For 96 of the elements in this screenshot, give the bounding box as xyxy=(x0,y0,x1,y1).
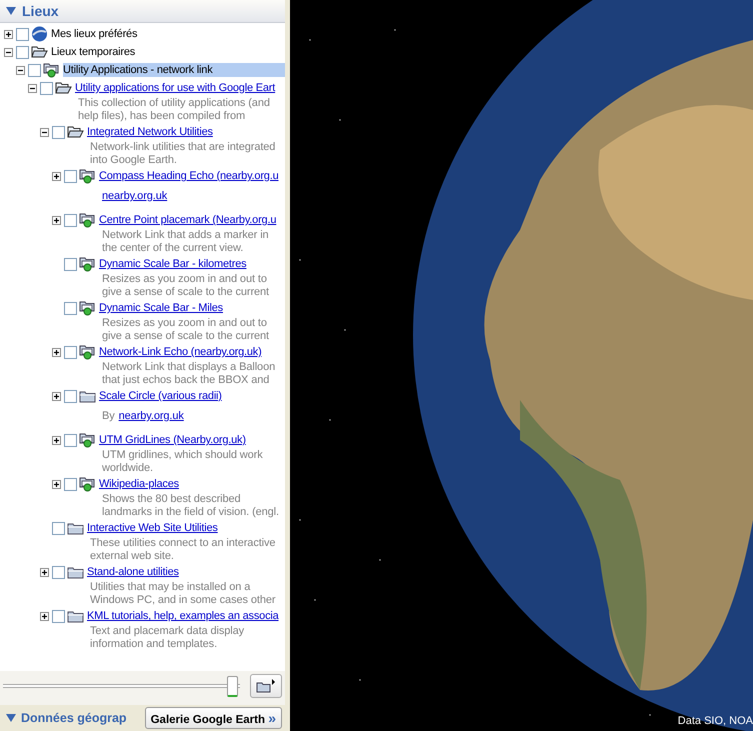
item-description: Text and placemark data display xyxy=(90,625,246,638)
checkbox[interactable] xyxy=(64,170,77,182)
item-description: the center of the current view. xyxy=(102,242,244,255)
item-description: Network Link that displays a Balloon xyxy=(102,361,276,374)
folder-icon xyxy=(67,566,84,578)
network-folder-icon xyxy=(79,300,96,316)
network-folder-icon xyxy=(79,476,96,492)
byline-text: By xyxy=(102,410,115,423)
item-link[interactable]: KML tutorials, help, examples an associa xyxy=(87,609,279,623)
expander-icon[interactable] xyxy=(4,30,13,38)
collapse-triangle-icon[interactable] xyxy=(6,6,16,16)
network-folder-icon xyxy=(79,256,96,272)
open-folder-icon xyxy=(55,81,72,95)
attribution-text: Data SIO, NOA xyxy=(678,715,753,727)
checkbox[interactable] xyxy=(64,214,77,226)
checkbox[interactable] xyxy=(40,82,53,94)
item-description: Utilities that may be installed on a xyxy=(90,581,252,594)
item-link[interactable]: Centre Point placemark (Nearby.org.u xyxy=(99,213,276,227)
item-label[interactable]: Mes lieux préférés xyxy=(51,27,138,41)
network-folder-icon xyxy=(79,168,96,184)
item-link[interactable]: Utility applications for use with Google Eart xyxy=(75,81,276,95)
expander-icon[interactable] xyxy=(52,348,61,356)
item-description: Shows the 80 best described xyxy=(102,493,242,506)
item-link[interactable]: Scale Circle (various radii) xyxy=(99,389,222,403)
checkbox[interactable] xyxy=(52,566,65,578)
panel-title: Lieux xyxy=(22,3,59,19)
folder-menu-button[interactable] xyxy=(250,674,282,698)
item-description: Network-link utilities that are integrated xyxy=(90,141,276,154)
byline-link[interactable]: nearby.org.uk xyxy=(102,190,168,203)
network-folder-icon xyxy=(79,432,96,448)
checkbox[interactable] xyxy=(64,390,77,402)
section-title[interactable]: Données géograp xyxy=(21,711,127,725)
item-description: Resizes as you zoom in and out to xyxy=(102,317,268,330)
item-link[interactable]: Integrated Network Utilities xyxy=(87,125,213,139)
expander-icon[interactable] xyxy=(4,48,13,56)
item-description: landmarks in the field of vision. (engl. xyxy=(102,506,280,519)
gallery-button[interactable]: Galerie Google Earth » xyxy=(144,707,282,729)
expander-icon[interactable] xyxy=(52,392,61,400)
checkbox[interactable] xyxy=(52,126,65,138)
item-description: give a sense of scale to the current xyxy=(102,330,270,343)
panel-header[interactable]: Lieux xyxy=(0,0,285,23)
expander-icon[interactable] xyxy=(40,128,49,136)
expander-icon[interactable] xyxy=(52,172,61,180)
item-description: that just echos back the BBOX and xyxy=(102,374,270,387)
checkbox[interactable] xyxy=(64,478,77,490)
network-folder-icon xyxy=(43,62,60,78)
item-link[interactable]: Network-Link Echo (nearby.org.uk) xyxy=(99,345,262,359)
item-description: into Google Earth. xyxy=(90,154,178,167)
expander-icon[interactable] xyxy=(52,216,61,224)
folder-icon xyxy=(79,390,96,402)
checkbox[interactable] xyxy=(64,258,77,270)
expander-icon[interactable] xyxy=(40,568,49,576)
open-folder-icon xyxy=(67,125,84,139)
item-description: help files), has been compiled from xyxy=(78,110,246,123)
checkbox[interactable] xyxy=(16,46,29,58)
slider-thumb[interactable] xyxy=(226,676,238,697)
checkbox[interactable] xyxy=(16,28,29,40)
folder-icon xyxy=(67,522,84,534)
checkbox[interactable] xyxy=(52,522,65,534)
network-folder-icon xyxy=(79,344,96,360)
expander-icon[interactable] xyxy=(28,84,37,92)
checkbox[interactable] xyxy=(64,302,77,314)
item-description: information and templates. xyxy=(90,638,218,651)
collapse-triangle-icon[interactable] xyxy=(6,714,16,722)
checkbox[interactable] xyxy=(28,64,41,76)
item-description: UTM gridlines, which should work xyxy=(102,449,264,462)
item-link[interactable]: Interactive Web Site Utilities xyxy=(87,521,218,535)
item-description: This collection of utility applications (and xyxy=(78,97,271,110)
checkbox[interactable] xyxy=(64,346,77,358)
checkbox[interactable] xyxy=(52,610,65,622)
item-description: These utilities connect to an interactive xyxy=(90,537,276,550)
expander-icon[interactable] xyxy=(52,480,61,488)
item-label[interactable]: Utility Applications - network link xyxy=(63,63,285,77)
open-folder-icon xyxy=(31,45,48,59)
item-label[interactable]: Lieux temporaires xyxy=(51,45,136,59)
item-description: worldwide. xyxy=(102,462,154,475)
globe-icon xyxy=(31,26,48,42)
checkbox[interactable] xyxy=(64,434,77,446)
network-folder-icon xyxy=(79,212,96,228)
item-link[interactable]: Dynamic Scale Bar - Miles xyxy=(99,301,223,315)
item-link[interactable]: UTM GridLines (Nearby.org.uk) xyxy=(99,433,246,447)
item-link[interactable]: Compass Heading Echo (nearby.org.u xyxy=(99,169,278,183)
byline-link[interactable]: nearby.org.uk xyxy=(118,410,184,423)
expander-icon[interactable] xyxy=(16,66,25,74)
item-description: external web site. xyxy=(90,550,175,563)
folder-icon xyxy=(67,610,84,622)
item-description: give a sense of scale to the current xyxy=(102,286,270,299)
item-link[interactable]: Wikipedia-places xyxy=(99,477,179,491)
item-description: Windows PC, and in some cases other xyxy=(90,594,276,607)
folder-menu-icon xyxy=(256,679,276,693)
expander-icon[interactable] xyxy=(40,612,49,620)
item-link[interactable]: Dynamic Scale Bar - kilometres xyxy=(99,257,246,271)
item-link[interactable]: Stand-alone utilities xyxy=(87,565,179,579)
expander-icon[interactable] xyxy=(52,436,61,444)
item-description: Network Link that adds a marker in xyxy=(102,229,270,242)
item-description: Resizes as you zoom in and out to xyxy=(102,273,268,286)
